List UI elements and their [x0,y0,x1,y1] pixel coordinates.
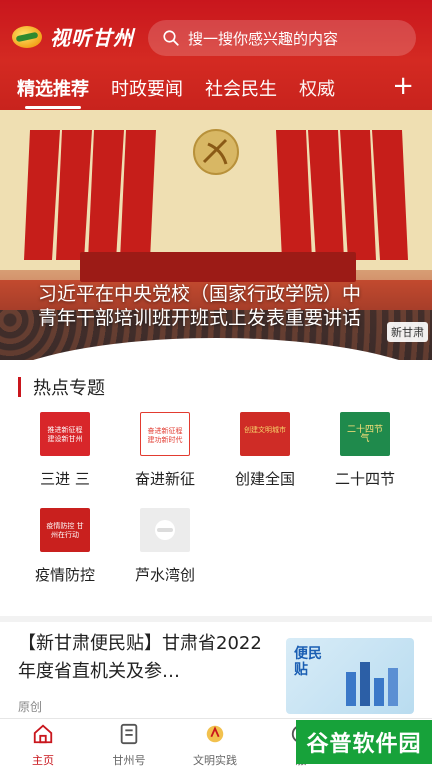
topic-item[interactable]: 创建文明城市 创建全国 [215,412,315,489]
plus-icon[interactable]: + [392,72,414,100]
topic-item[interactable]: 芦水湾创 [115,508,215,585]
news-thumb-text: 便民贴 [294,646,322,678]
banner-caption: 习近平在中央党校（国家行政学院）中 青年干部培训班开班式上发表重要讲话 [38,282,398,330]
emblem-icon [206,725,224,743]
document-icon [120,723,138,745]
curtain-backdrop [0,110,432,270]
topic-thumbnail [140,508,190,552]
search-input[interactable]: 搜一搜你感兴趣的内容 [148,20,416,56]
nav-civilization-practice[interactable]: 文明实践 [172,719,258,768]
logo-icon [10,23,44,51]
logo-text: 视听甘州 [50,26,134,50]
topic-label: 二十四节 [334,470,395,488]
section-title: 热点专题 [18,374,105,400]
section-title-text: 热点专题 [33,378,105,399]
nav-label: 主页 [32,754,54,767]
section-accent-bar [18,377,21,397]
topic-label: 疫情防控 [34,566,95,584]
topic-thumbnail: 创建文明城市 [240,412,290,456]
topic-thumb-text: 推进新征程 建设新甘州 [47,426,83,443]
news-title: 【新甘肃便民贴】甘肃省2022年度省直机关及参… [18,633,262,682]
topic-thumb-text: 疫情防控 甘州在行动 [46,522,84,539]
stage-table [80,252,356,282]
watermark-logo: 谷普软件园 [296,720,432,764]
topic-thumb-text: 二十四节气 [346,425,383,444]
search-placeholder: 搜一搜你感兴趣的内容 [188,29,339,48]
news-source: 原创 [18,700,43,714]
nav-home[interactable]: 主页 [0,719,86,768]
hot-topics-section: 热点专题 推进新征程 建设新甘州 三进 三 奋进新征程 建功新时代 奋进新征 创… [0,360,432,616]
topic-item[interactable]: 奋进新征程 建功新时代 奋进新征 [115,412,215,489]
home-icon [33,724,53,744]
tab-livelihood[interactable]: 社会民生 [205,75,277,101]
topic-thumbnail: 二十四节气 [340,412,390,456]
topic-thumbnail: 奋进新征程 建功新时代 [140,412,190,456]
app-header: 视听甘州 搜一搜你感兴趣的内容 精选推荐 时政要闻 社会民生 权威 + [0,0,432,110]
topic-label: 奋进新征 [134,470,195,488]
topic-item[interactable]: 二十四节气 二十四节 [315,412,415,489]
nav-label: 甘州号 [112,754,146,767]
placeholder-logo-icon [155,520,175,540]
nav-ganzhou-account[interactable]: 甘州号 [86,719,172,768]
topic-thumbnail: 疫情防控 甘州在行动 [40,508,90,552]
banner-caption-line-1: 习近平在中央党校（国家行政学院）中 [38,283,362,305]
app-logo[interactable]: 视听甘州 [10,22,134,51]
nav-label: 文明实践 [193,754,237,767]
topic-thumb-text: 奋进新征程 建功新时代 [147,427,183,444]
channel-tabs: 精选推荐 时政要闻 社会民生 权威 [0,70,432,109]
news-thumbnail: 便民贴 [286,638,414,714]
topic-thumb-text: 创建文明城市 [244,426,286,434]
topic-thumbnail: 推进新征程 建设新甘州 [40,412,90,456]
banner-source-badge: 新甘肃 [387,322,428,342]
banner-caption-line-2: 青年干部培训班开班式上发表重要讲话 [38,307,362,329]
topic-label: 三进 三 [40,470,90,488]
topic-item[interactable]: 疫情防控 甘州在行动 疫情防控 [15,508,115,585]
top-banner[interactable]: 习近平在中央党校（国家行政学院）中 青年干部培训班开班式上发表重要讲话 新甘肃 [0,110,432,360]
search-icon [163,30,179,46]
topic-item[interactable]: 推进新征程 建设新甘州 三进 三 [15,412,115,489]
topic-label: 创建全国 [234,470,295,488]
tab-authority[interactable]: 权威 [299,75,335,101]
tab-featured[interactable]: 精选推荐 [17,75,89,109]
news-card[interactable]: 【新甘肃便民贴】甘肃省2022年度省直机关及参… 原创 便民贴 [0,622,432,718]
topic-label: 芦水湾创 [134,566,195,584]
tab-politics[interactable]: 时政要闻 [111,75,183,101]
